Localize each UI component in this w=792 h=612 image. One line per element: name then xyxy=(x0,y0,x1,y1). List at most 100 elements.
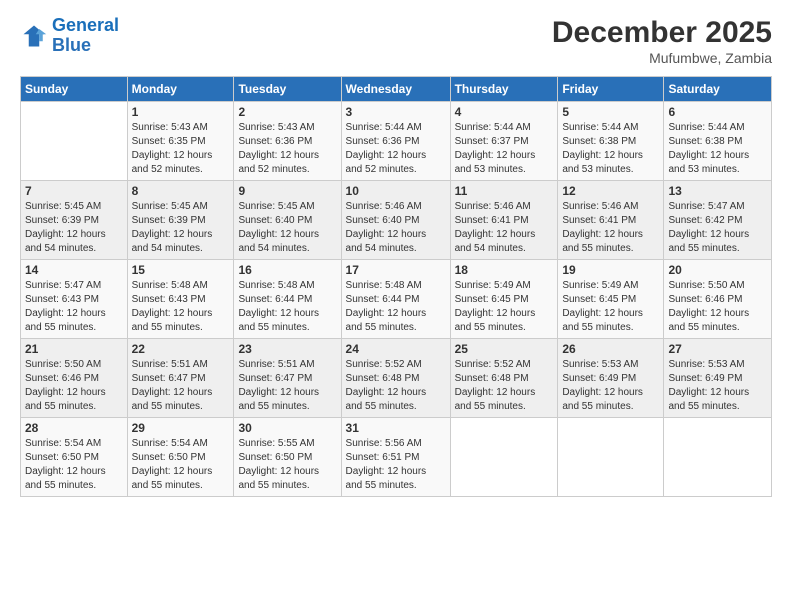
calendar-cell: 26 Sunrise: 5:53 AM Sunset: 6:49 PM Dayli… xyxy=(558,339,664,418)
calendar-cell: 5Sunrise: 5:44 AM Sunset: 6:38 PM Daylig… xyxy=(558,102,664,181)
cell-content: Sunrise: 5:45 AM Sunset: 6:40 PM Dayligh… xyxy=(238,200,336,256)
day-number: 10 xyxy=(346,184,446,198)
calendar-cell xyxy=(21,102,128,181)
title-section: December 2025 Mufumbwe, Zambia xyxy=(552,16,772,66)
cell-content: Sunrise: 5:48 AM Sunset: 6:44 PM Dayligh… xyxy=(238,279,336,335)
day-number: 1 xyxy=(132,105,230,119)
cell-content: Sunrise: 5:46 AM Sunset: 6:41 PM Dayligh… xyxy=(455,200,554,256)
cell-content: Sunrise: 5:53 AM Sunset: 6:49 PM Dayligh… xyxy=(562,358,659,414)
calendar-week-3: 14Sunrise: 5:47 AM Sunset: 6:43 PM Dayli… xyxy=(21,260,772,339)
day-number: 28 xyxy=(25,421,123,435)
day-number: 19 xyxy=(562,263,659,277)
cell-content: Sunrise: 5:48 AM Sunset: 6:44 PM Dayligh… xyxy=(346,279,446,335)
cell-content: Sunrise: 5:44 AM Sunset: 6:37 PM Dayligh… xyxy=(455,121,554,177)
calendar-cell: 8Sunrise: 5:45 AM Sunset: 6:39 PM Daylig… xyxy=(127,181,234,260)
cell-content: Sunrise: 5:52 AM Sunset: 6:48 PM Dayligh… xyxy=(455,358,554,414)
day-number: 6 xyxy=(668,105,767,119)
calendar-cell: 28 Sunrise: 5:54 AM Sunset: 6:50 PM Dayli… xyxy=(21,418,128,497)
calendar-cell: 12 Sunrise: 5:46 AM Sunset: 6:41 PM Dayli… xyxy=(558,181,664,260)
day-number: 17 xyxy=(346,263,446,277)
cell-content: Sunrise: 5:45 AM Sunset: 6:39 PM Dayligh… xyxy=(132,200,230,256)
cell-content: Sunrise: 5:44 AM Sunset: 6:38 PM Dayligh… xyxy=(562,121,659,177)
day-number: 16 xyxy=(238,263,336,277)
calendar-cell: 17 Sunrise: 5:48 AM Sunset: 6:44 PM Dayli… xyxy=(341,260,450,339)
col-sunday: Sunday xyxy=(21,77,128,102)
day-number: 12 xyxy=(562,184,659,198)
day-number: 21 xyxy=(25,342,123,356)
cell-content: Sunrise: 5:43 AM Sunset: 6:36 PM Dayligh… xyxy=(238,121,336,177)
day-number: 26 xyxy=(562,342,659,356)
calendar-cell: 9 Sunrise: 5:45 AM Sunset: 6:40 PM Daylig… xyxy=(234,181,341,260)
day-number: 30 xyxy=(238,421,336,435)
cell-content: Sunrise: 5:47 AM Sunset: 6:42 PM Dayligh… xyxy=(668,200,767,256)
cell-content: Sunrise: 5:47 AM Sunset: 6:43 PM Dayligh… xyxy=(25,279,123,335)
cell-content: Sunrise: 5:44 AM Sunset: 6:36 PM Dayligh… xyxy=(346,121,446,177)
header-row: Sunday Monday Tuesday Wednesday Thursday… xyxy=(21,77,772,102)
calendar-body: 1Sunrise: 5:43 AM Sunset: 6:35 PM Daylig… xyxy=(21,102,772,497)
cell-content: Sunrise: 5:54 AM Sunset: 6:50 PM Dayligh… xyxy=(132,437,230,493)
cell-content: Sunrise: 5:54 AM Sunset: 6:50 PM Dayligh… xyxy=(25,437,123,493)
calendar-cell: 2 Sunrise: 5:43 AM Sunset: 6:36 PM Daylig… xyxy=(234,102,341,181)
day-number: 27 xyxy=(668,342,767,356)
cell-content: Sunrise: 5:46 AM Sunset: 6:41 PM Dayligh… xyxy=(562,200,659,256)
cell-content: Sunrise: 5:46 AM Sunset: 6:40 PM Dayligh… xyxy=(346,200,446,256)
calendar-cell: 24 Sunrise: 5:52 AM Sunset: 6:48 PM Dayli… xyxy=(341,339,450,418)
day-number: 25 xyxy=(455,342,554,356)
calendar-cell: 18 Sunrise: 5:49 AM Sunset: 6:45 PM Dayli… xyxy=(450,260,558,339)
col-monday: Monday xyxy=(127,77,234,102)
day-number: 4 xyxy=(455,105,554,119)
cell-content: Sunrise: 5:55 AM Sunset: 6:50 PM Dayligh… xyxy=(238,437,336,493)
calendar-header: Sunday Monday Tuesday Wednesday Thursday… xyxy=(21,77,772,102)
day-number: 3 xyxy=(346,105,446,119)
col-saturday: Saturday xyxy=(664,77,772,102)
col-wednesday: Wednesday xyxy=(341,77,450,102)
day-number: 2 xyxy=(238,105,336,119)
day-number: 13 xyxy=(668,184,767,198)
day-number: 9 xyxy=(238,184,336,198)
cell-content: Sunrise: 5:45 AM Sunset: 6:39 PM Dayligh… xyxy=(25,200,123,256)
calendar-cell: 25 Sunrise: 5:52 AM Sunset: 6:48 PM Dayli… xyxy=(450,339,558,418)
calendar-cell: 14Sunrise: 5:47 AM Sunset: 6:43 PM Dayli… xyxy=(21,260,128,339)
day-number: 18 xyxy=(455,263,554,277)
calendar-cell: 22Sunrise: 5:51 AM Sunset: 6:47 PM Dayli… xyxy=(127,339,234,418)
calendar-cell xyxy=(558,418,664,497)
day-number: 15 xyxy=(132,263,230,277)
col-tuesday: Tuesday xyxy=(234,77,341,102)
cell-content: Sunrise: 5:52 AM Sunset: 6:48 PM Dayligh… xyxy=(346,358,446,414)
cell-content: Sunrise: 5:50 AM Sunset: 6:46 PM Dayligh… xyxy=(25,358,123,414)
calendar-cell: 31 Sunrise: 5:56 AM Sunset: 6:51 PM Dayli… xyxy=(341,418,450,497)
logo-text: General Blue xyxy=(52,16,119,56)
calendar-week-1: 1Sunrise: 5:43 AM Sunset: 6:35 PM Daylig… xyxy=(21,102,772,181)
calendar-cell: 4 Sunrise: 5:44 AM Sunset: 6:37 PM Daylig… xyxy=(450,102,558,181)
logo: General Blue xyxy=(20,16,119,56)
calendar-cell xyxy=(450,418,558,497)
calendar-cell: 3 Sunrise: 5:44 AM Sunset: 6:36 PM Daylig… xyxy=(341,102,450,181)
calendar-week-5: 28 Sunrise: 5:54 AM Sunset: 6:50 PM Dayli… xyxy=(21,418,772,497)
day-number: 24 xyxy=(346,342,446,356)
cell-content: Sunrise: 5:49 AM Sunset: 6:45 PM Dayligh… xyxy=(455,279,554,335)
calendar-cell: 6Sunrise: 5:44 AM Sunset: 6:38 PM Daylig… xyxy=(664,102,772,181)
calendar-cell: 13 Sunrise: 5:47 AM Sunset: 6:42 PM Dayli… xyxy=(664,181,772,260)
calendar-cell: 11Sunrise: 5:46 AM Sunset: 6:41 PM Dayli… xyxy=(450,181,558,260)
day-number: 7 xyxy=(25,184,123,198)
calendar-cell: 21 Sunrise: 5:50 AM Sunset: 6:46 PM Dayli… xyxy=(21,339,128,418)
calendar-cell: 15 Sunrise: 5:48 AM Sunset: 6:43 PM Dayli… xyxy=(127,260,234,339)
col-friday: Friday xyxy=(558,77,664,102)
calendar-table: Sunday Monday Tuesday Wednesday Thursday… xyxy=(20,76,772,497)
cell-content: Sunrise: 5:49 AM Sunset: 6:45 PM Dayligh… xyxy=(562,279,659,335)
calendar-cell: 19 Sunrise: 5:49 AM Sunset: 6:45 PM Dayli… xyxy=(558,260,664,339)
main-title: December 2025 xyxy=(552,16,772,50)
calendar-cell: 23Sunrise: 5:51 AM Sunset: 6:47 PM Dayli… xyxy=(234,339,341,418)
calendar-cell: 29Sunrise: 5:54 AM Sunset: 6:50 PM Dayli… xyxy=(127,418,234,497)
calendar-cell: 30 Sunrise: 5:55 AM Sunset: 6:50 PM Dayli… xyxy=(234,418,341,497)
calendar-cell xyxy=(664,418,772,497)
calendar-week-2: 7 Sunrise: 5:45 AM Sunset: 6:39 PM Daylig… xyxy=(21,181,772,260)
cell-content: Sunrise: 5:53 AM Sunset: 6:49 PM Dayligh… xyxy=(668,358,767,414)
day-number: 31 xyxy=(346,421,446,435)
calendar-cell: 10 Sunrise: 5:46 AM Sunset: 6:40 PM Dayli… xyxy=(341,181,450,260)
cell-content: Sunrise: 5:56 AM Sunset: 6:51 PM Dayligh… xyxy=(346,437,446,493)
header: General Blue December 2025 Mufumbwe, Zam… xyxy=(20,16,772,66)
cell-content: Sunrise: 5:48 AM Sunset: 6:43 PM Dayligh… xyxy=(132,279,230,335)
cell-content: Sunrise: 5:51 AM Sunset: 6:47 PM Dayligh… xyxy=(132,358,230,414)
cell-content: Sunrise: 5:50 AM Sunset: 6:46 PM Dayligh… xyxy=(668,279,767,335)
